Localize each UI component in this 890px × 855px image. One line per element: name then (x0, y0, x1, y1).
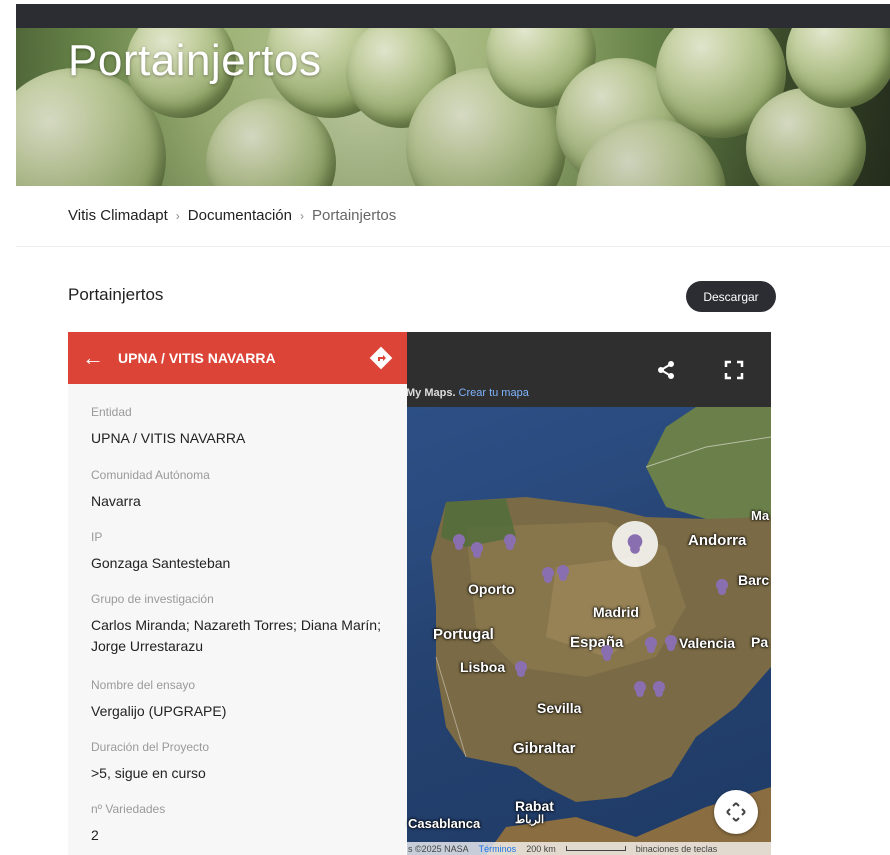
back-arrow-icon[interactable]: ← (68, 345, 118, 371)
top-nav-bar (16, 4, 890, 28)
field-label: Comunidad Autónoma (91, 468, 210, 482)
breadcrumb-link-documentacion[interactable]: Documentación (188, 207, 292, 224)
map-label-ma: Ma (751, 508, 770, 523)
map-label-lisboa: Lisboa (460, 659, 506, 675)
field-entidad: Entidad UPNA / VITIS NAVARRA (91, 405, 381, 449)
field-ip: IP Gonzaga Santesteban (91, 530, 381, 574)
grape-marker-icon[interactable] (512, 660, 530, 678)
map-footer: s ©2025 NASA Términos 200 km binaciones … (406, 842, 771, 855)
field-label: IP (91, 530, 103, 544)
grape-marker-icon (627, 534, 643, 554)
terms-link[interactable]: Términos (479, 844, 517, 854)
recenter-button[interactable] (714, 790, 758, 834)
grape-marker-icon[interactable] (554, 564, 572, 582)
mymaps-text: My Maps. (406, 387, 456, 399)
map-label-valencia: Valencia (679, 635, 736, 651)
map-label-pa: Pa (751, 634, 769, 650)
grape-marker-icon[interactable] (662, 634, 680, 652)
divider (16, 246, 890, 247)
field-value: 2 (91, 827, 99, 843)
map-label-rabat-ar: الرباط (515, 814, 545, 826)
map-label-portugal: Portugal (433, 626, 494, 643)
directions-icon[interactable] (369, 346, 393, 370)
breadcrumb-separator: › (175, 208, 180, 223)
field-label: Grupo de investigación (91, 592, 214, 606)
download-button[interactable]: Descargar (686, 281, 776, 312)
grape-marker-icon[interactable] (450, 533, 468, 551)
breadcrumb-separator: › (300, 208, 304, 223)
selected-marker[interactable] (612, 521, 658, 567)
map-label-gibraltar: Gibraltar (513, 740, 576, 757)
map-label-casablanca: Casablanca (408, 816, 481, 831)
map-label-rabat: Rabat (515, 798, 554, 814)
recenter-icon (726, 802, 746, 822)
panel-header: ← UPNA / VITIS NAVARRA (68, 332, 407, 384)
grape-marker-icon[interactable] (650, 680, 668, 698)
create-map-link[interactable]: Crear tu mapa (459, 387, 529, 399)
panel-title: UPNA / VITIS NAVARRA (118, 350, 276, 366)
grape-marker-icon[interactable] (468, 541, 486, 559)
breadcrumb-current: Portainjertos (312, 207, 397, 224)
embedded-map[interactable]: My Maps. Crear tu mapa ← UPNA / VITIS NAV… (68, 332, 771, 855)
map-label-sevilla: Sevilla (537, 700, 582, 716)
field-value: Gonzaga Santesteban (91, 555, 231, 571)
scale-label: 200 km (526, 843, 556, 854)
field-value: Carlos Miranda; Nazareth Torres; Diana M… (91, 617, 381, 654)
info-panel: ← UPNA / VITIS NAVARRA Entidad UPNA / VI… (68, 332, 407, 855)
scale-bar (565, 846, 626, 851)
field-value: UPNA / VITIS NAVARRA (91, 430, 246, 446)
field-comunidad: Comunidad Autónoma Navarra (91, 468, 381, 512)
grape-marker-icon[interactable] (642, 636, 660, 654)
field-variedades: nº Variedades 2 (91, 802, 381, 846)
field-grupo: Grupo de investigación Carlos Miranda; N… (91, 592, 381, 657)
attribution-text: s ©2025 NASA (408, 843, 469, 854)
map-label-oporto: Oporto (468, 581, 515, 597)
hero-banner: Portainjertos (16, 28, 890, 186)
field-value: Vergalijo (UPGRAPE) (91, 703, 227, 719)
fullscreen-icon[interactable] (723, 359, 745, 381)
grape-marker-icon[interactable] (631, 680, 649, 698)
grape-marker-icon[interactable] (501, 533, 519, 551)
map-label-andorra: Andorra (688, 532, 747, 549)
breadcrumb: Vitis Climadapt › Documentación › Portai… (68, 207, 396, 224)
field-duracion: Duración del Proyecto >5, sigue en curso (91, 740, 381, 784)
field-value: Navarra (91, 493, 141, 509)
page-title: Portainjertos (68, 36, 322, 85)
share-icon[interactable] (656, 360, 676, 380)
breadcrumb-link-home[interactable]: Vitis Climadapt (68, 207, 168, 224)
field-value: >5, sigue en curso (91, 765, 206, 781)
field-label: Duración del Proyecto (91, 740, 210, 754)
grape-marker-icon[interactable] (713, 578, 731, 596)
field-ensayo: Nombre del ensayo Vergalijo (UPGRAPE) (91, 678, 381, 722)
grape-marker-icon[interactable] (598, 644, 616, 662)
map-label-barc: Barc (738, 572, 770, 588)
field-label: Nombre del ensayo (91, 678, 196, 692)
field-label: nº Variedades (91, 802, 166, 816)
mymaps-attribution: My Maps. Crear tu mapa (406, 387, 529, 399)
section-title: Portainjertos (68, 285, 164, 304)
map-label-madrid: Madrid (593, 604, 639, 620)
keyboard-shortcuts-link[interactable]: binaciones de teclas (636, 844, 718, 854)
field-label: Entidad (91, 405, 132, 419)
